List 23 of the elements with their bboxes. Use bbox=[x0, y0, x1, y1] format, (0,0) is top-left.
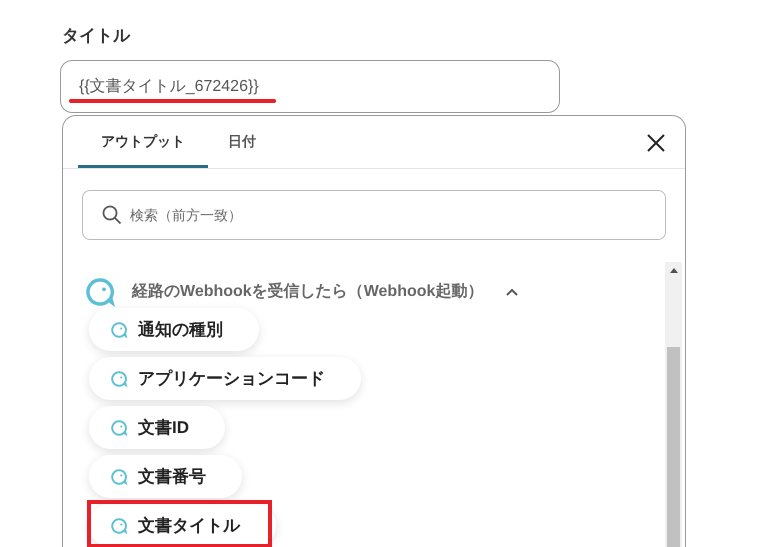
output-item[interactable]: アプリケーションコード bbox=[89, 357, 361, 400]
tab[interactable]: 日付 bbox=[208, 118, 276, 168]
scrollbar[interactable] bbox=[665, 262, 682, 547]
chat-bubble-icon bbox=[84, 276, 116, 308]
chat-bubble-icon bbox=[110, 370, 128, 388]
chat-bubble-icon bbox=[110, 468, 128, 486]
chat-bubble-icon bbox=[110, 418, 128, 436]
title-field[interactable]: {{文書タイトル_672426}} bbox=[60, 60, 560, 113]
field-label: タイトル bbox=[62, 25, 130, 47]
field-value: {{文書タイトル_672426}} bbox=[79, 76, 259, 96]
output-item[interactable]: 文書番号 bbox=[89, 455, 242, 498]
scroll-up-icon bbox=[670, 267, 678, 273]
scrollbar-thumb[interactable] bbox=[667, 347, 680, 547]
search-field[interactable]: 検索（前方一致） bbox=[82, 190, 666, 240]
search-icon bbox=[102, 205, 122, 225]
close-button[interactable] bbox=[645, 132, 667, 154]
output-item[interactable]: 文書ID bbox=[89, 406, 225, 449]
tab[interactable]: アウトプット bbox=[78, 118, 208, 168]
chat-bubble-icon bbox=[110, 516, 128, 534]
output-item[interactable]: 通知の種別 bbox=[89, 308, 259, 351]
close-icon bbox=[646, 133, 666, 153]
chat-bubble-icon bbox=[110, 320, 128, 338]
output-item[interactable]: 文書タイトル bbox=[89, 504, 276, 547]
